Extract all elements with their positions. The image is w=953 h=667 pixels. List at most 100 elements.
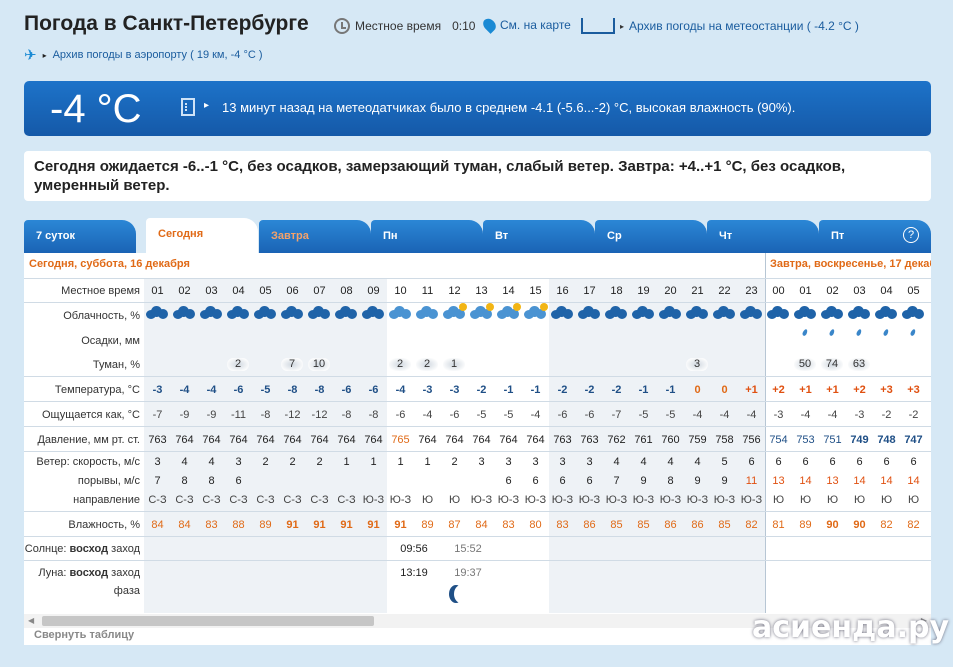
direction-value: Ю-З xyxy=(389,494,412,506)
row-label-temp: Температура, °С xyxy=(54,384,140,396)
wind-value: 4 xyxy=(694,456,701,468)
hour-label: 01 xyxy=(799,285,812,297)
tab-tomorrow[interactable]: Завтра xyxy=(259,220,371,253)
pressure-value: 756 xyxy=(742,434,761,446)
wind-value: 6 xyxy=(829,456,836,468)
row-divider xyxy=(24,302,931,303)
sunrise-time: 09:56 xyxy=(400,543,428,555)
temp-value: -5 xyxy=(260,384,271,396)
row-label-precip: Осадки, мм xyxy=(81,335,140,347)
direction-value: Ю-З xyxy=(578,494,601,506)
tab-thu[interactable]: Чт xyxy=(707,220,819,253)
station-link[interactable]: ▸ Архив погоды на метеостанции ( -4.2 °C… xyxy=(581,18,859,34)
cloud-icon xyxy=(767,305,789,319)
scroll-left-icon[interactable]: ◀ xyxy=(28,616,34,625)
humidity-value: 86 xyxy=(664,519,677,531)
rain-drop-icon xyxy=(909,328,917,337)
humidity-value: 83 xyxy=(205,519,218,531)
temp-value: -2 xyxy=(611,384,622,396)
hour-label: 10 xyxy=(394,285,407,297)
hour-label: 09 xyxy=(367,285,380,297)
wind-value: 6 xyxy=(883,456,890,468)
feels-value: -4 xyxy=(746,409,757,421)
temp-value: -2 xyxy=(557,384,568,396)
pressure-value: 763 xyxy=(148,434,167,446)
tab-today[interactable]: Сегодня xyxy=(146,218,258,253)
hour-label: 21 xyxy=(691,285,704,297)
humidity-value: 82 xyxy=(907,519,920,531)
row-divider xyxy=(24,426,931,427)
tab-mon[interactable]: Пн xyxy=(371,220,483,253)
wind-value: 6 xyxy=(775,456,782,468)
help-icon[interactable]: ? xyxy=(903,227,919,243)
direction-value: Ю xyxy=(799,494,812,506)
pressure-value: 764 xyxy=(526,434,545,446)
feels-value: -6 xyxy=(557,409,568,421)
tab-tue[interactable]: Вт xyxy=(483,220,595,253)
direction-value: Ю-З xyxy=(713,494,736,506)
gust-value: 6 xyxy=(586,475,593,487)
cloud-icon xyxy=(794,305,816,319)
gust-value: 14 xyxy=(799,475,812,487)
pressure-value: 763 xyxy=(553,434,572,446)
temp-value: -4 xyxy=(395,384,406,396)
hour-label: 06 xyxy=(286,285,299,297)
current-temp: -4 °C xyxy=(50,87,142,131)
cloud-icon xyxy=(848,305,870,319)
moonrise-time: 13:19 xyxy=(400,567,428,579)
temp-value: +1 xyxy=(745,384,758,396)
airport-link[interactable]: ✈ ▸ Архив погоды в аэропорту ( 19 км, -4… xyxy=(24,46,263,64)
feels-value: -7 xyxy=(152,409,163,421)
direction-value: С-З xyxy=(337,494,356,506)
tab-wed[interactable]: Ср xyxy=(595,220,707,253)
fog-value: 1 xyxy=(443,358,465,371)
gust-value: 14 xyxy=(907,475,920,487)
direction-value: Ю xyxy=(853,494,866,506)
cloud-icon xyxy=(200,305,222,319)
feels-value: -3 xyxy=(854,409,865,421)
hour-label: 04 xyxy=(880,285,893,297)
feels-value: -5 xyxy=(665,409,676,421)
wind-value: 1 xyxy=(397,456,404,468)
humidity-value: 82 xyxy=(880,519,893,531)
gust-value: 8 xyxy=(667,475,674,487)
arrow-icon: ▸ xyxy=(204,100,210,111)
day1-label: Сегодня, суббота, 16 декабря xyxy=(29,258,190,270)
collapse-table-link[interactable]: Свернуть таблицу xyxy=(34,629,134,641)
direction-value: Ю xyxy=(880,494,893,506)
map-link[interactable]: См. на карте xyxy=(480,16,571,34)
feels-value: -7 xyxy=(611,409,622,421)
scrollbar-thumb[interactable] xyxy=(42,616,374,626)
wind-value: 1 xyxy=(424,456,431,468)
pressure-value: 758 xyxy=(715,434,734,446)
map-link-label[interactable]: См. на карте xyxy=(500,18,571,32)
pressure-value: 761 xyxy=(634,434,653,446)
feels-value: -5 xyxy=(638,409,649,421)
pressure-value: 764 xyxy=(175,434,194,446)
wind-value: 4 xyxy=(181,456,188,468)
moon-set-label: заход xyxy=(111,567,140,579)
sun-icon xyxy=(459,303,467,311)
humidity-value: 85 xyxy=(610,519,623,531)
hour-label: 14 xyxy=(502,285,515,297)
fog-value: 10 xyxy=(308,358,330,371)
fog-value: 74 xyxy=(821,358,843,371)
humidity-value: 83 xyxy=(502,519,515,531)
wind-value: 6 xyxy=(856,456,863,468)
humidity-value: 91 xyxy=(340,519,353,531)
airport-link-label[interactable]: Архив погоды в аэропорту ( 19 км, -4 °C … xyxy=(53,49,263,61)
cloud-icon xyxy=(551,305,573,319)
humidity-value: 88 xyxy=(232,519,245,531)
tab-7days[interactable]: 7 суток xyxy=(24,220,136,253)
gust-value: 9 xyxy=(721,475,728,487)
temp-value: +1 xyxy=(799,384,812,396)
feels-value: -4 xyxy=(422,409,433,421)
station-link-label[interactable]: Архив погоды на метеостанции ( -4.2 °C ) xyxy=(629,19,859,33)
hour-label: 02 xyxy=(178,285,191,297)
map-pin-icon xyxy=(480,16,499,34)
wind-value: 5 xyxy=(721,456,728,468)
temp-value: -2 xyxy=(476,384,487,396)
hour-label: 11 xyxy=(421,285,434,297)
cloud-icon xyxy=(416,305,438,319)
hour-label: 18 xyxy=(610,285,623,297)
